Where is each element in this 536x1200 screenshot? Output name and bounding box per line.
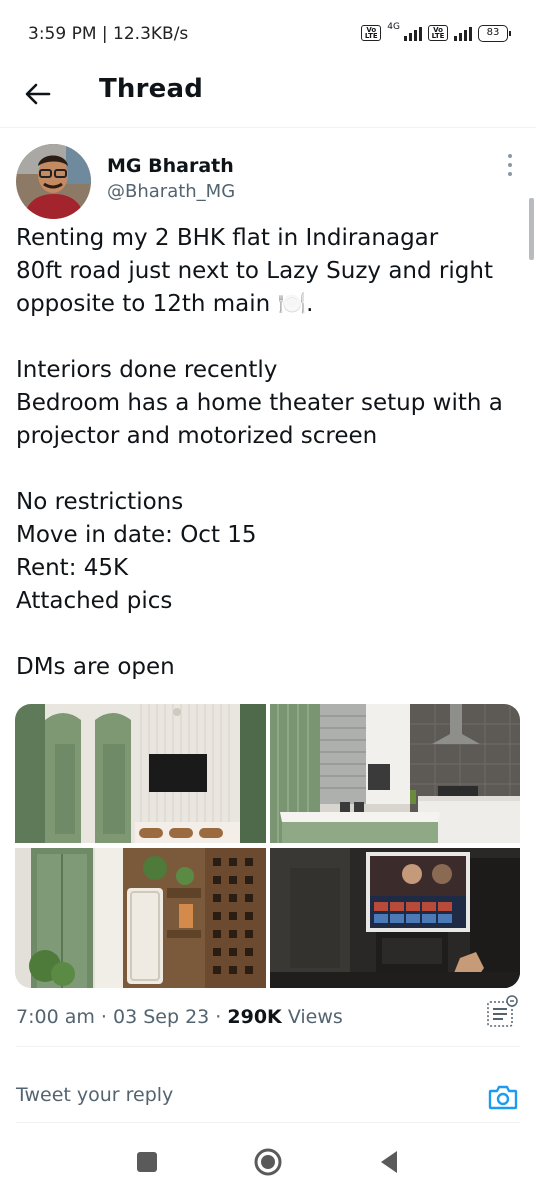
avatar[interactable] [16,144,91,219]
dot [508,162,512,167]
meta-separator: · [100,1006,107,1028]
dot [508,171,512,176]
page-title: Thread [99,74,204,104]
analytics-button[interactable] [485,994,521,1030]
tweet-line: 80ft road just next to Lazy Suzy and rig… [16,258,493,284]
camera-icon [488,1085,518,1110]
volte-badge-2: Vo LTE [428,25,448,41]
status-icons: Vo LTE 4G Vo LTE 83 [361,22,511,44]
divider [16,1046,520,1047]
tweet-text: Renting my 2 BHK flat in Indiranagar 80f… [16,222,516,684]
tweet-line: DMs are open [16,654,175,680]
tweet-line: No restrictions [16,489,184,515]
back-button[interactable] [20,76,56,112]
status-bar: 3:59 PM | 12.3KB/s Vo LTE 4G Vo LTE 83 [0,0,536,68]
divider [16,1122,520,1123]
tweet-line: Move in date: Oct 15 [16,522,257,548]
meta-separator: · [215,1006,222,1028]
media-grid [15,704,520,988]
system-back-button[interactable] [373,1146,405,1178]
views-count: 290K [227,1006,282,1028]
author-handle[interactable]: @Bharath_MG [107,181,235,202]
app-header: Thread [0,68,536,128]
author-name[interactable]: MG Bharath [107,155,234,177]
system-nav-bar [0,1124,536,1200]
analytics-icon [487,995,518,1027]
arrow-left-icon [25,83,51,105]
photo-cabinet[interactable] [15,848,266,988]
status-time: 3:59 PM | 12.3KB/s [28,24,189,44]
photo-kitchen[interactable] [270,704,520,843]
tweet-meta: 7:00 am · 03 Sep 23 · 290K Views [16,1006,343,1028]
tweet-time: 7:00 am [16,1006,95,1028]
tweet-line: projector and motorized screen [16,423,378,449]
volte-badge: Vo LTE [361,25,382,41]
photo-living-room[interactable] [15,704,266,843]
signal-icon [404,25,422,41]
tweet-line: Renting my 2 BHK flat in Indiranagar [16,225,439,251]
photo-home-theater[interactable] [270,848,520,988]
network-type: 4G [387,22,400,32]
battery-icon: 83 [478,24,511,42]
recents-button[interactable] [131,1146,163,1178]
tweet-line: Rent: 45K [16,555,129,581]
dot [508,154,512,159]
views-label: Views [287,1006,343,1028]
reply-input[interactable]: Tweet your reply [16,1084,173,1106]
camera-button[interactable] [486,1080,520,1114]
tweet-line: Interiors done recently [16,357,278,383]
tweet-line: Bedroom has a home theater setup with a [16,390,503,416]
signal-icon-2 [454,25,472,41]
tweet-line: Attached pics [16,588,173,614]
tweet-line: opposite to 12th main 🍽️. [16,291,314,317]
triangle-back-icon [381,1151,397,1173]
tweet-date: 03 Sep 23 [113,1006,210,1028]
scrollbar[interactable] [529,198,534,260]
home-button[interactable] [252,1146,284,1178]
more-options-button[interactable] [499,152,521,178]
square-icon [137,1152,157,1172]
circle-icon [254,1148,282,1176]
